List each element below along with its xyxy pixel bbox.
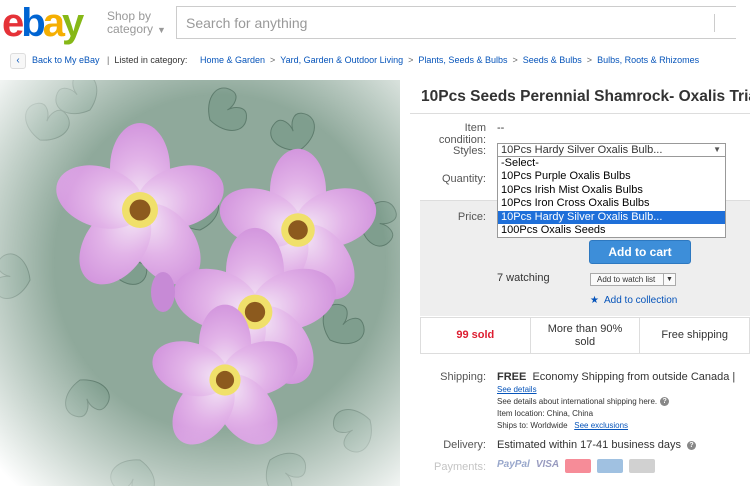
breadcrumb-separator: |: [107, 55, 110, 65]
back-arrow-icon[interactable]: ‹: [10, 52, 26, 69]
logo-letter-e: e: [2, 1, 24, 45]
logo-letter-a: a: [42, 1, 65, 45]
ships-to-row: Ships to: Worldwide See exclusions: [497, 421, 628, 430]
sold-count-label: 99 sold: [456, 329, 495, 341]
delivery-label: Delivery:: [443, 439, 486, 451]
ships-to-label: Ships to: Worldwide: [497, 421, 568, 430]
delivery-estimate-row: Estimated within 17-41 business days?: [497, 439, 697, 451]
payment-logos: PayPal VISA: [497, 459, 656, 473]
delivery-estimate: Estimated within 17-41 business days: [497, 439, 682, 451]
breadcrumb-chevron: >: [269, 55, 276, 65]
info-icon[interactable]: ?: [660, 397, 670, 407]
breadcrumb-yard-garden[interactable]: Yard, Garden & Outdoor Living: [280, 55, 403, 65]
add-to-collection-link[interactable]: ★ Add to collection: [590, 295, 677, 306]
add-to-collection-label: Add to collection: [603, 295, 678, 306]
back-to-my-ebay-link[interactable]: Back to My eBay: [32, 55, 100, 65]
item-location: Item location: China, China: [497, 409, 594, 418]
shipping-label: Shipping:: [440, 371, 486, 383]
free-shipping-label: Free shipping: [661, 329, 728, 341]
visa-logo: VISA: [535, 459, 560, 470]
search-input[interactable]: [177, 7, 736, 38]
watching-count: 7 watching: [497, 272, 550, 284]
breadcrumb-chevron: >: [408, 55, 414, 65]
styles-option[interactable]: 100Pcs Oxalis Seeds: [498, 224, 725, 237]
shipping-method: Economy Shipping from outside Canada |: [532, 371, 736, 383]
info-icon[interactable]: ?: [687, 440, 697, 450]
add-to-watch-list-button[interactable]: Add to watch list ▼: [590, 273, 676, 286]
breadcrumb-plants-seeds[interactable]: Plants, Seeds & Bulbs: [418, 55, 507, 65]
shipping-free: FREE: [497, 371, 527, 383]
watch-list-label: Add to watch list: [597, 275, 656, 284]
add-to-cart-button[interactable]: Add to cart: [589, 240, 691, 264]
sold-count: 99 sold: [421, 318, 531, 353]
percent-sold-line1: More than 90%: [547, 322, 623, 335]
styles-option[interactable]: 10Pcs Iron Cross Oxalis Bulbs: [498, 197, 725, 210]
see-details-row: See details: [497, 385, 537, 394]
styles-select[interactable]: 10Pcs Hardy Silver Oxalis Bulb... ▼: [497, 143, 726, 157]
intl-shipping-row: See details about international shipping…: [497, 397, 670, 407]
styles-dropdown-list: -Select- 10Pcs Purple Oxalis Bulbs 10Pcs…: [497, 156, 726, 239]
styles-option[interactable]: 10Pcs Purple Oxalis Bulbs: [498, 170, 725, 183]
styles-option-highlighted[interactable]: 10Pcs Hardy Silver Oxalis Bulb...: [498, 210, 725, 225]
oxalis-flower-photo: [0, 80, 400, 486]
shop-by-category-button[interactable]: Shop by category ▼: [107, 10, 166, 37]
styles-option[interactable]: 10Pcs Irish Mist Oxalis Bulbs: [498, 184, 725, 197]
percent-sold: More than 90% sold: [531, 318, 641, 353]
chevron-down-icon[interactable]: ▼: [663, 274, 675, 285]
star-icon: ★: [590, 295, 599, 306]
breadcrumb: ‹ Back to My eBay | Listed in category: Ho…: [10, 51, 699, 69]
condition-label: Item condition:: [438, 122, 486, 146]
see-exclusions-link[interactable]: See exclusions: [574, 421, 628, 430]
breadcrumb-home-garden[interactable]: Home & Garden: [200, 55, 265, 65]
styles-selected-value: 10Pcs Hardy Silver Oxalis Bulb...: [501, 144, 663, 156]
chevron-down-icon: ▼: [157, 25, 166, 35]
intl-shipping-note: See details about international shipping…: [497, 397, 658, 406]
payments-label: Payments:: [434, 461, 486, 473]
product-image[interactable]: [0, 80, 400, 486]
site-header: ebay Shop by category ▼: [0, 0, 750, 46]
breadcrumb-chevron: >: [512, 55, 518, 65]
breadcrumb-bulbs-roots[interactable]: Bulbs, Roots & Rhizomes: [597, 55, 699, 65]
paypal-logo: PayPal: [497, 459, 530, 470]
discover-logo: [629, 459, 656, 473]
styles-label: Styles:: [452, 145, 486, 157]
stats-row: 99 sold More than 90% sold Free shipping: [420, 317, 750, 354]
mastercard-logo: [565, 459, 592, 473]
price-label: Price:: [457, 211, 486, 223]
percent-sold-line2: sold: [574, 335, 596, 348]
logo-letter-y: y: [61, 1, 84, 45]
see-details-link[interactable]: See details: [497, 385, 537, 394]
item-title: 10Pcs Seeds Perennial Shamrock- Oxalis T…: [421, 88, 750, 105]
search-bar: [176, 6, 736, 39]
amex-logo: [597, 459, 624, 473]
styles-option[interactable]: -Select-: [498, 157, 725, 170]
category-label: category: [107, 22, 154, 36]
ebay-logo[interactable]: ebay: [2, 3, 84, 43]
quantity-label: Quantity:: [441, 173, 486, 185]
free-shipping-badge: Free shipping: [640, 318, 749, 353]
condition-value: --: [497, 122, 505, 134]
shipping-summary: FREE Economy Shipping from outside Canad…: [497, 371, 735, 383]
logo-letter-b: b: [21, 1, 46, 45]
search-divider: [714, 14, 715, 32]
title-divider: [410, 113, 750, 114]
breadcrumb-chevron: >: [586, 55, 593, 65]
listed-in-label: Listed in category:: [114, 55, 188, 65]
chevron-down-icon: ▼: [713, 145, 721, 154]
breadcrumb-seeds-bulbs[interactable]: Seeds & Bulbs: [523, 55, 582, 65]
